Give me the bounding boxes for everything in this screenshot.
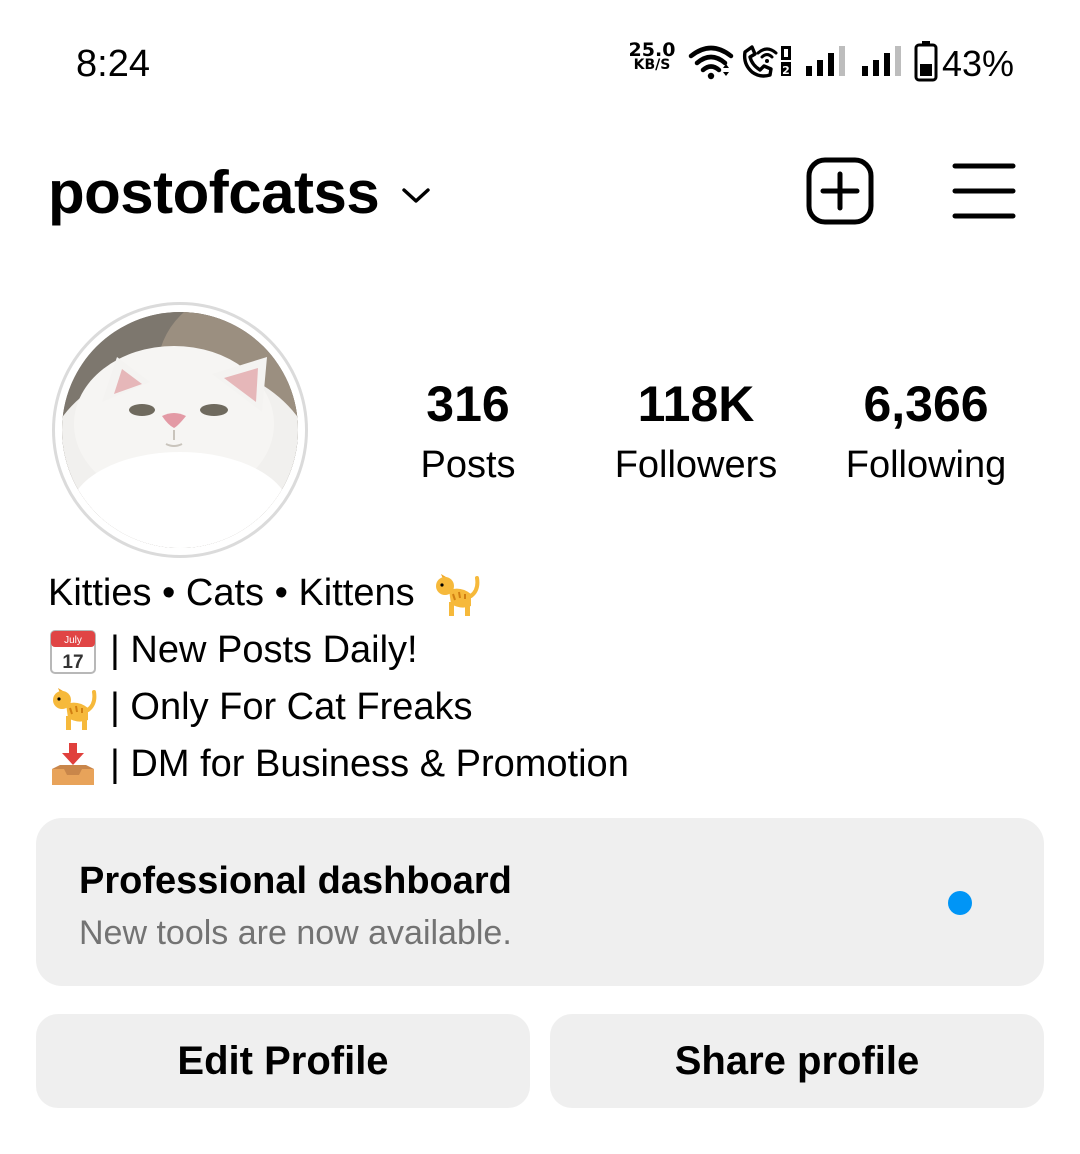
network-speed-value: 25.0 bbox=[628, 39, 676, 61]
wifi-calling-icon: 2 bbox=[742, 45, 791, 78]
bio-business-contact: | DM for Business & Promotion bbox=[110, 742, 629, 785]
calendar-day: 17 bbox=[62, 652, 83, 673]
following-count: 6,366 bbox=[863, 376, 989, 432]
bio-line: | Only For Cat Freaks bbox=[48, 678, 629, 735]
svg-text:2: 2 bbox=[782, 64, 790, 77]
posts-stat[interactable]: 316 Posts bbox=[398, 374, 538, 488]
followers-count: 118K bbox=[637, 376, 755, 432]
signal-strength-icon bbox=[806, 46, 845, 76]
cat-emoji-icon bbox=[435, 573, 479, 616]
menu-icon[interactable] bbox=[952, 162, 1016, 220]
following-label: Following bbox=[845, 444, 1007, 486]
followers-label: Followers bbox=[614, 444, 778, 486]
inbox-tray-emoji-icon bbox=[52, 742, 94, 785]
bio-line: July 17 | New Posts Daily! bbox=[48, 621, 629, 678]
avatar-image bbox=[62, 312, 298, 548]
posts-count: 316 bbox=[426, 376, 510, 432]
cat-emoji-icon bbox=[53, 687, 97, 730]
account-switcher[interactable]: postofcatss bbox=[48, 158, 431, 228]
calendar-emoji-icon: July 17 bbox=[50, 629, 96, 674]
profile-bio: Kitties • Cats • Kittens July 17 | New P… bbox=[48, 564, 629, 792]
bio-audience: | Only For Cat Freaks bbox=[110, 685, 473, 728]
wifi-icon bbox=[688, 45, 734, 80]
calendar-month: July bbox=[64, 635, 82, 646]
profile-avatar[interactable] bbox=[52, 302, 308, 558]
dashboard-subtitle: New tools are now available. bbox=[79, 914, 512, 952]
professional-dashboard-card[interactable]: Professional dashboard New tools are now… bbox=[36, 818, 1044, 986]
status-time: 8:24 bbox=[76, 43, 150, 85]
share-profile-button[interactable]: Share profile bbox=[550, 1014, 1044, 1108]
following-stat[interactable]: 6,366 Following bbox=[826, 374, 1026, 488]
bio-posting-schedule: | New Posts Daily! bbox=[110, 628, 418, 671]
new-post-icon[interactable] bbox=[806, 157, 874, 225]
edit-profile-button[interactable]: Edit Profile bbox=[36, 1014, 530, 1108]
battery-icon bbox=[914, 41, 938, 82]
network-speed-unit: KB/S bbox=[633, 57, 671, 73]
followers-stat[interactable]: 118K Followers bbox=[596, 374, 796, 488]
bio-tagline: Kitties • Cats • Kittens bbox=[48, 571, 415, 614]
status-bar: 8:24 25.0 KB/S 2 43% bbox=[0, 0, 1080, 120]
bio-line: Kitties • Cats • Kittens bbox=[48, 564, 629, 621]
battery-percent: 43% bbox=[942, 43, 1015, 84]
dashboard-title: Professional dashboard bbox=[79, 860, 512, 902]
network-speed: 25.0 KB/S bbox=[626, 39, 678, 73]
posts-label: Posts bbox=[420, 444, 516, 486]
profile-username: postofcatss bbox=[48, 159, 380, 226]
bio-line: | DM for Business & Promotion bbox=[48, 735, 629, 792]
chevron-down-icon bbox=[402, 188, 430, 203]
signal-strength-icon bbox=[862, 46, 901, 76]
notification-dot bbox=[948, 891, 972, 915]
